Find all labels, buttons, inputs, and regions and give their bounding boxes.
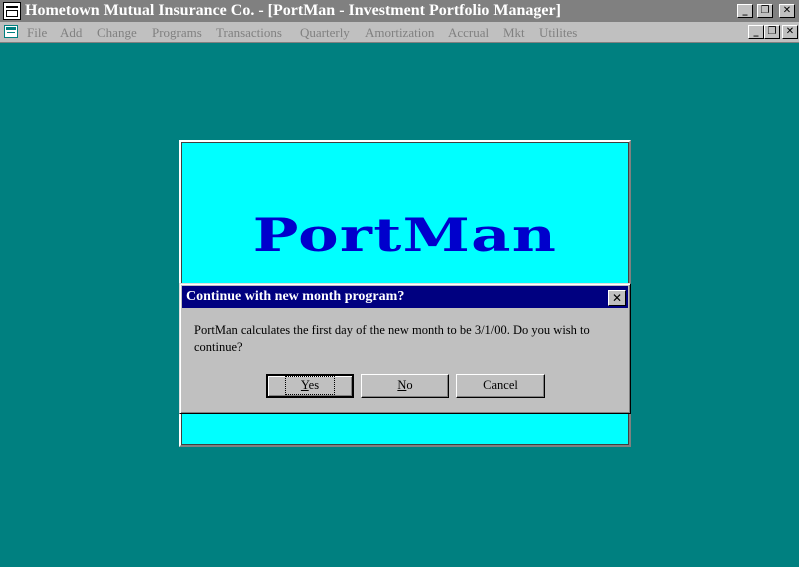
yes-button-label: Yes: [284, 376, 336, 395]
menu-change[interactable]: Change: [97, 25, 137, 41]
dialog-title-bar[interactable]: Continue with new month program? ✕: [182, 286, 628, 308]
no-button[interactable]: No: [361, 374, 449, 398]
yes-button[interactable]: Yes: [266, 374, 354, 398]
doc-restore-button[interactable]: ❐: [764, 25, 780, 39]
dialog-title: Continue with new month program?: [186, 289, 405, 304]
app-title-bar[interactable]: Hometown Mutual Insurance Co. - [PortMan…: [0, 0, 799, 22]
menu-transactions[interactable]: Transactions: [216, 25, 282, 41]
menu-add[interactable]: Add: [60, 25, 82, 41]
menu-file[interactable]: File: [27, 25, 47, 41]
doc-minimize-button[interactable]: _: [748, 25, 764, 39]
document-icon[interactable]: [4, 25, 18, 38]
doc-close-button[interactable]: ✕: [782, 25, 798, 39]
menu-utilites[interactable]: Utilites: [539, 25, 577, 41]
app-icon[interactable]: [3, 2, 21, 20]
menu-amortization[interactable]: Amortization: [365, 25, 434, 41]
menu-bar: File Add Change Programs Transactions Qu…: [0, 22, 799, 43]
app-title: Hometown Mutual Insurance Co. - [PortMan…: [25, 2, 561, 19]
restore-button[interactable]: ❐: [757, 4, 773, 18]
yes-label-rest: es: [308, 378, 320, 392]
close-button[interactable]: ✕: [779, 4, 795, 18]
yes-mnemonic: Y: [300, 378, 309, 392]
dialog-close-button[interactable]: ✕: [608, 290, 626, 306]
menu-programs[interactable]: Programs: [152, 25, 202, 41]
portman-logo: PortMan: [252, 208, 558, 262]
confirm-dialog: Continue with new month program? ✕ PortM…: [179, 283, 631, 414]
menu-quarterly[interactable]: Quarterly: [300, 25, 350, 41]
menu-accrual[interactable]: Accrual: [448, 25, 489, 41]
menu-mkt[interactable]: Mkt: [503, 25, 525, 41]
no-label-rest: o: [406, 378, 413, 392]
dialog-message: PortMan calculates the first day of the …: [194, 323, 590, 354]
cancel-button[interactable]: Cancel: [456, 374, 545, 398]
minimize-button[interactable]: _: [737, 4, 753, 18]
